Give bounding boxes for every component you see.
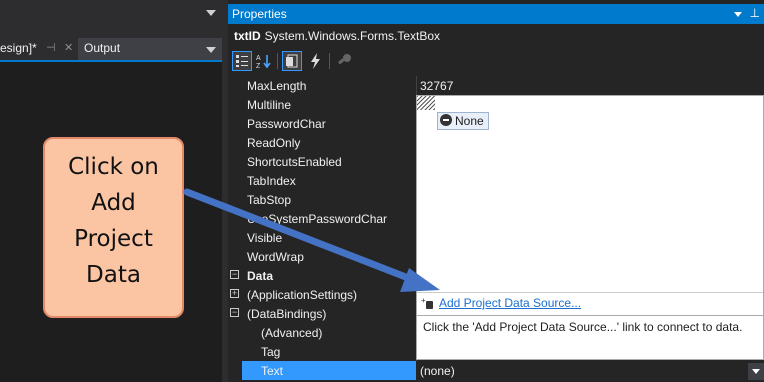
maxlength-value[interactable]: 32767 — [420, 79, 453, 93]
row-gutter — [228, 361, 242, 380]
property-row[interactable]: (Advanced) — [228, 323, 416, 342]
property-label: Text — [261, 364, 284, 378]
property-label: (DataBindings) — [247, 307, 327, 321]
alphabetical-icon[interactable]: AZ — [254, 51, 274, 71]
property-row[interactable]: Visible — [228, 228, 416, 247]
property-row[interactable]: PasswordChar — [228, 114, 416, 133]
callout-line: Project — [74, 226, 153, 252]
svg-text:Z: Z — [256, 63, 261, 70]
row-gutter — [228, 323, 242, 342]
row-gutter — [228, 152, 242, 171]
object-name: txtID — [234, 29, 261, 43]
callout-line: Add — [91, 190, 136, 216]
row-gutter — [228, 342, 242, 361]
collapse-icon[interactable]: − — [230, 308, 239, 317]
row-gutter — [228, 171, 242, 190]
row-gutter — [228, 95, 242, 114]
property-label: PasswordChar — [247, 117, 326, 131]
close-icon[interactable]: ✕ — [64, 38, 73, 58]
property-label: TabIndex — [247, 174, 296, 188]
collapse-icon[interactable]: − — [230, 270, 239, 279]
property-label: Multiline — [247, 98, 292, 112]
callout-line: Click on — [68, 154, 159, 180]
pin-icon[interactable]: ⊣ — [46, 38, 56, 58]
properties-view-icon[interactable] — [282, 51, 302, 71]
property-label: WordWrap — [247, 250, 304, 264]
property-label: Visible — [247, 231, 283, 245]
help-text: Click the 'Add Project Data Source...' l… — [423, 320, 743, 334]
property-row[interactable]: TabIndex — [228, 171, 416, 190]
databinding-dropdown: None + Add Project Data Source... Click … — [416, 95, 764, 360]
property-label: TabStop — [247, 193, 292, 207]
property-row[interactable]: MaxLength — [228, 76, 416, 95]
property-label: UseSystemPasswordChar — [247, 212, 388, 226]
left-toolbar — [0, 0, 222, 38]
property-row[interactable]: WordWrap — [228, 247, 416, 266]
hatch-swatch — [417, 96, 435, 110]
row-gutter — [228, 133, 242, 152]
pin-icon[interactable]: ⊥ — [750, 6, 760, 20]
property-row[interactable]: Text — [228, 361, 416, 380]
object-type: System.Windows.Forms.TextBox — [264, 29, 441, 43]
row-gutter — [228, 76, 242, 95]
tab-output[interactable]: Output — [78, 38, 222, 60]
property-row[interactable]: ReadOnly — [228, 133, 416, 152]
property-row[interactable]: Tag — [228, 342, 416, 361]
property-label: MaxLength — [247, 79, 307, 93]
expand-icon[interactable]: + — [230, 289, 239, 298]
row-gutter — [228, 114, 242, 133]
dropdown-arrow-icon[interactable] — [748, 363, 764, 380]
panel-title: Properties — [232, 7, 287, 21]
property-row[interactable]: TabStop — [228, 190, 416, 209]
text-value-field[interactable]: (none) — [416, 361, 764, 382]
categorized-icon[interactable] — [232, 51, 252, 71]
properties-panel: Properties ⊥ txtID System.Windows.Forms.T… — [228, 0, 764, 382]
text-value: (none) — [420, 364, 455, 378]
properties-title-bar: Properties ⊥ — [228, 4, 764, 24]
chevron-down-icon[interactable] — [734, 12, 742, 17]
property-row[interactable]: Multiline — [228, 95, 416, 114]
none-option[interactable]: None — [437, 112, 489, 130]
events-icon[interactable] — [306, 51, 326, 71]
property-row[interactable]: + (ApplicationSettings) — [228, 285, 416, 304]
row-gutter — [228, 190, 242, 209]
property-row[interactable]: − Data — [228, 266, 416, 285]
add-data-source-link[interactable]: Add Project Data Source... — [439, 296, 581, 310]
row-gutter — [228, 247, 242, 266]
properties-toolbar: AZ — [228, 50, 764, 74]
svg-text:+: + — [421, 296, 426, 305]
document-tabs: esign]* ⊣ ✕ Output — [0, 38, 222, 62]
add-data-source[interactable]: + Add Project Data Source... — [421, 295, 581, 310]
add-data-source-icon: + — [421, 296, 435, 310]
callout-line: Data — [86, 262, 141, 288]
property-label: ShortcutsEnabled — [247, 155, 342, 169]
property-label: (ApplicationSettings) — [247, 288, 358, 302]
property-label: ReadOnly — [247, 136, 301, 150]
none-icon — [440, 113, 452, 126]
svg-text:A: A — [256, 55, 261, 62]
property-pages-icon[interactable] — [334, 51, 354, 71]
callout-box: Click on Add Project Data — [43, 137, 184, 318]
row-gutter — [228, 228, 242, 247]
object-selector[interactable]: txtID System.Windows.Forms.TextBox — [234, 29, 440, 43]
property-row[interactable]: UseSystemPasswordChar — [228, 209, 416, 228]
property-label: (Advanced) — [261, 326, 323, 340]
property-row[interactable]: − (DataBindings) — [228, 304, 416, 323]
row-gutter — [228, 209, 242, 228]
chevron-down-icon[interactable] — [206, 47, 216, 53]
tab-designer[interactable]: esign]* — [0, 38, 41, 58]
property-label: Tag — [261, 345, 281, 359]
property-label: Data — [247, 269, 274, 283]
chevron-down-icon[interactable] — [206, 10, 216, 16]
tab-output-label: Output — [84, 41, 121, 55]
none-label: None — [455, 113, 484, 128]
property-row[interactable]: ShortcutsEnabled — [228, 152, 416, 171]
